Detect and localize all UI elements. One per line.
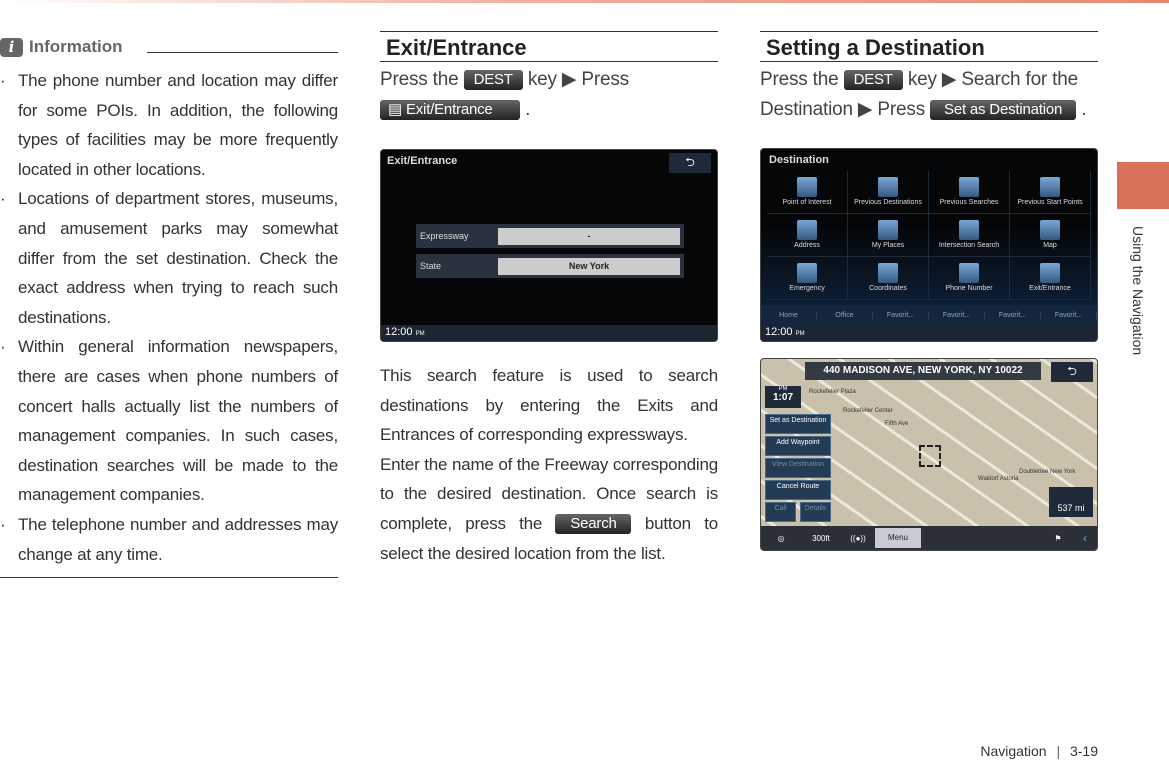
body-text: Enter the name of the Freeway correspond…: [380, 454, 718, 563]
dest-key: DEST: [843, 70, 903, 90]
exit-entrance-button: ▤ Exit/Entrance: [380, 99, 520, 120]
search-button: Search: [555, 513, 632, 534]
map-screen: 440 MADISON AVE, NEW YORK, NY 10022 ⮌ PM…: [760, 358, 1098, 551]
destination-menu-item: Exit/Entrance: [1010, 257, 1091, 300]
destination-menu-item: Address: [767, 214, 848, 257]
favorite-item: Home: [761, 311, 817, 319]
section-title: Exit/Entrance: [380, 31, 718, 62]
clock: 12:00 PM: [761, 325, 1097, 341]
info-bullet: The telephone number and addresses may c…: [0, 510, 338, 569]
cancel-route-button: Cancel Route: [765, 480, 831, 500]
compass-icon: ◎: [777, 533, 785, 543]
destination-menu-item: Point of Interest: [767, 171, 848, 214]
body-text: This search feature is used to search de…: [380, 366, 718, 445]
destination-menu-screen: Destination Point of Interest Previous De…: [760, 148, 1098, 342]
details-button: Details: [800, 502, 831, 522]
exit-body: This search feature is used to search de…: [380, 361, 718, 568]
destination-menu-item: Map: [1010, 214, 1091, 257]
volume-icon: ((●)): [850, 533, 866, 543]
destination-menu-item: Intersection Search: [929, 214, 1010, 257]
favorite-item: Office: [817, 311, 873, 319]
menu-button: Menu: [875, 528, 921, 548]
view-destination-button: View Destination: [765, 458, 831, 478]
destination-menu-item: Phone Number: [929, 257, 1010, 300]
back-arrow-icon: ‹: [1083, 531, 1087, 545]
footer-section: Navigation: [980, 743, 1047, 759]
distance-panel: 537 mi: [1049, 487, 1093, 517]
instruction-text: Press the: [760, 69, 839, 90]
info-bullet: Within general information newspapers, t…: [0, 332, 338, 510]
map-clock: PM 1:07: [765, 386, 801, 408]
destination-menu-item: Previous Searches: [929, 171, 1010, 214]
menu-item-icon: [878, 220, 898, 240]
menu-item-icon: [797, 220, 817, 240]
clock: 12:00 PM: [381, 325, 717, 341]
call-button: Call: [765, 502, 796, 522]
menu-item-icon: [1040, 263, 1060, 283]
instruction-text: key ▶ Press: [527, 69, 629, 90]
information-box: i Information The phone number and locat…: [0, 36, 338, 579]
set-as-destination-button: Set as Destination: [930, 99, 1077, 120]
information-title: Information: [29, 37, 123, 56]
menu-item-icon: [1040, 220, 1060, 240]
state-row: State New York: [416, 254, 684, 278]
footer: Navigation | 3-19: [980, 743, 1098, 759]
favorite-item: Favorit...: [929, 311, 985, 319]
screen-title: Destination: [769, 154, 829, 166]
page-number: 3-19: [1069, 743, 1098, 759]
destination-menu-item: Previous Start Points: [1010, 171, 1091, 214]
favorite-item: Favorit...: [985, 311, 1041, 319]
menu-item-icon: [959, 220, 979, 240]
map-bottom-bar: ◎ 300ft ((●)) Menu ⚑ ‹: [761, 526, 1097, 550]
menu-item-icon: [878, 177, 898, 197]
section-label: Using the Navigation: [1130, 226, 1146, 356]
info-bullet: The phone number and location may differ…: [0, 66, 338, 184]
back-icon: ⮌: [1051, 362, 1093, 382]
menu-item-icon: [797, 263, 817, 283]
exit-entrance-section: Exit/Entrance Press the DEST key ▶ Press…: [380, 31, 718, 124]
scale-label: 300ft: [812, 533, 830, 543]
destination-menu-item: Previous Destinations: [848, 171, 929, 214]
menu-item-icon: [797, 177, 817, 197]
menu-item-icon: [878, 263, 898, 283]
destination-flag-icon: ⚑: [1054, 533, 1062, 543]
period: .: [525, 98, 531, 120]
destination-menu-item: Emergency: [767, 257, 848, 300]
menu-item-icon: [1040, 177, 1060, 197]
address-bar: 440 MADISON AVE, NEW YORK, NY 10022: [805, 362, 1041, 380]
crosshair-icon: [919, 445, 941, 467]
menu-item-icon: [959, 177, 979, 197]
dest-key: DEST: [463, 70, 523, 90]
instruction-text: Press the: [380, 69, 459, 90]
info-bullet: Locations of department stores, museums,…: [0, 184, 338, 332]
menu-item-icon: [959, 263, 979, 283]
section-tab: [1117, 162, 1169, 209]
exit-entrance-screen: Exit/Entrance ⮌ Expressway - State New Y…: [380, 149, 718, 342]
information-header: i Information: [0, 36, 338, 58]
set-as-destination-button: Set as Destination: [765, 414, 831, 434]
add-waypoint-button: Add Waypoint: [765, 436, 831, 456]
expressway-row: Expressway -: [416, 224, 684, 248]
info-icon: i: [0, 37, 23, 57]
favorite-item: Favorit...: [873, 311, 929, 319]
top-accent-bar: [0, 0, 1169, 3]
destination-menu-item: Coordinates: [848, 257, 929, 300]
back-icon: ⮌: [669, 153, 711, 173]
favorite-item: Favorit...: [1041, 311, 1097, 319]
setting-destination-section: Setting a Destination Press the DEST key…: [760, 31, 1098, 124]
screen-title: Exit/Entrance: [387, 155, 458, 167]
section-title: Setting a Destination: [760, 31, 1098, 62]
destination-menu-item: My Places: [848, 214, 929, 257]
